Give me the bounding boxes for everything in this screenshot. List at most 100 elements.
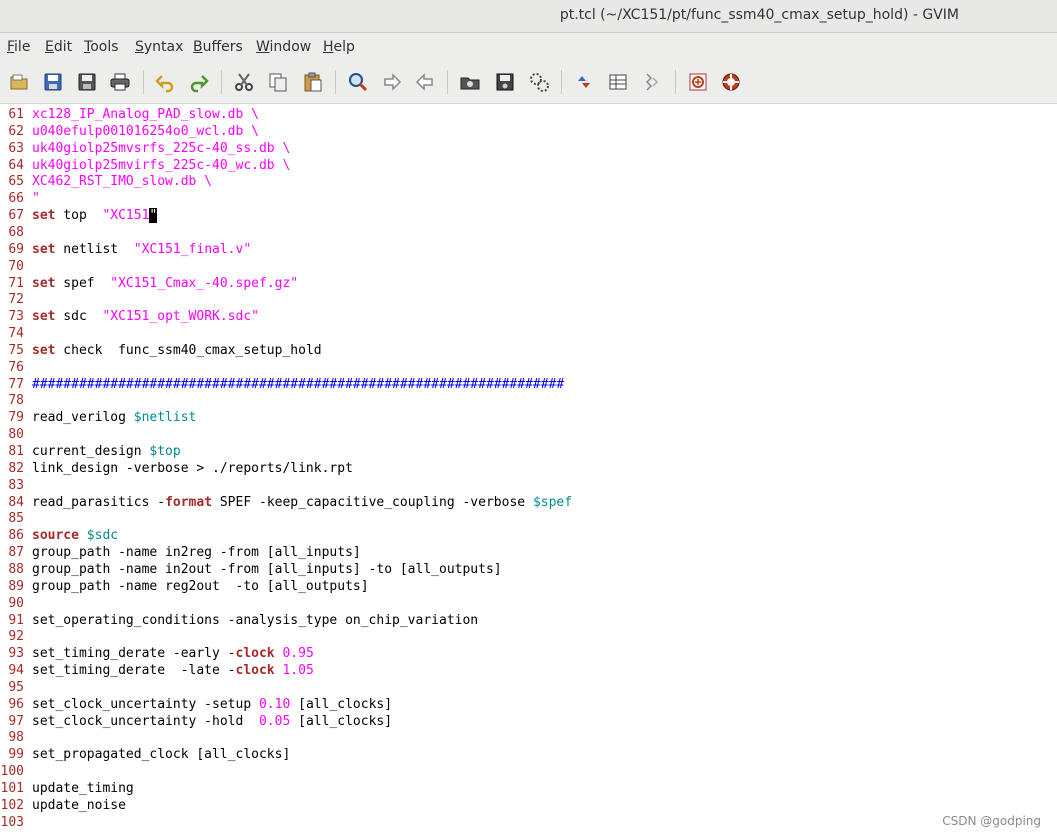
code-line[interactable]: 79 read_verilog $netlist — [0, 409, 196, 426]
menu-syntax[interactable]: Syntax — [135, 39, 183, 55]
redo-icon[interactable] — [188, 71, 210, 93]
menu-buffers[interactable]: Buffers — [193, 39, 243, 55]
toolbar-separator — [143, 70, 144, 94]
undo-icon[interactable] — [154, 71, 176, 93]
menu-file[interactable]: File — [7, 39, 30, 55]
open-file-icon[interactable] — [8, 71, 30, 93]
code-line[interactable]: 93 set_timing_derate -early -clock 0.95 — [0, 645, 313, 662]
code-token: source — [32, 528, 79, 544]
code-line[interactable]: 85 — [0, 510, 32, 527]
code-line[interactable]: 71 set spef "XC151_Cmax_-40.spef.gz" — [0, 275, 298, 292]
code-line[interactable]: 81 current_design $top — [0, 443, 180, 460]
code-token: set_operating_conditions -analysis_type … — [32, 612, 479, 628]
code-line[interactable]: 99 set_propagated_clock [all_clocks] — [0, 746, 290, 763]
code-line[interactable]: 101 update_timing — [0, 780, 134, 797]
code-line[interactable]: 69 set netlist "XC151_final.v" — [0, 241, 251, 258]
find-next-icon[interactable] — [381, 71, 403, 93]
code-line[interactable]: 96 set_clock_uncertainty -setup 0.10 [all… — [0, 696, 392, 713]
code-token: format — [165, 494, 213, 510]
code-line[interactable]: 94 set_timing_derate -late -clock 1.05 — [0, 662, 313, 679]
print-icon[interactable] — [109, 71, 131, 93]
code-line[interactable]: 61 xc128_IP_Analog_PAD_slow.db \ — [0, 106, 259, 123]
code-line[interactable]: 103 — [0, 814, 32, 831]
code-line[interactable]: 90 — [0, 595, 32, 612]
code-token: set_timing_derate -late - — [32, 663, 236, 679]
line-number: 72 — [8, 292, 24, 308]
line-number: 80 — [8, 427, 24, 443]
code-line[interactable]: 64 uk40giolp25mvirfs_225c-40_wc.db \ — [0, 157, 290, 174]
tags-jump-icon[interactable] — [641, 71, 663, 93]
code-line[interactable]: 97 set_clock_uncertainty -hold 0.05 [all_… — [0, 713, 392, 730]
save-session-icon[interactable] — [494, 71, 516, 93]
code-line[interactable]: 84 read_parasitics -format SPEF -keep_cap… — [0, 494, 572, 511]
code-line[interactable]: 83 — [0, 477, 32, 494]
code-token: check func_ssm40_cmax_setup_hold — [55, 342, 322, 358]
code-token: set — [32, 241, 56, 257]
code-line[interactable]: 86 source $sdc — [0, 527, 118, 544]
menu-edit[interactable]: Edit — [45, 39, 72, 55]
code-line[interactable]: 82 link_design -verbose > ./reports/link.… — [0, 460, 353, 477]
paste-icon[interactable] — [302, 71, 324, 93]
code-editor[interactable]: 61 xc128_IP_Analog_PAD_slow.db \ 62 u040efu… — [0, 104, 1057, 836]
line-number: 102 — [0, 797, 24, 813]
line-number: 77 — [8, 376, 24, 392]
cut-icon[interactable] — [233, 71, 255, 93]
code-token: set_clock_uncertainty -setup — [32, 696, 259, 712]
code-line[interactable]: 75 set check func_ssm40_cmax_setup_hold — [0, 342, 322, 359]
code-line[interactable]: 91 set_operating_conditions -analysis_typ… — [0, 612, 478, 629]
code-token: current_design — [32, 444, 150, 459]
code-line[interactable]: 77 ######################################… — [0, 376, 564, 393]
code-token: uk40giolp25mvirfs_225c-40_wc.db \ — [32, 157, 291, 173]
code-line[interactable]: 100 — [0, 763, 32, 780]
code-line[interactable]: 70 — [0, 258, 32, 275]
code-line[interactable]: 68 — [0, 224, 32, 241]
code-token: set — [32, 309, 56, 325]
code-token: link_design -verbose > ./reports/link.rp… — [32, 460, 353, 476]
load-session-icon[interactable] — [459, 71, 481, 93]
code-token: uk40giolp25mvsrfs_225c-40_ss.db \ — [32, 140, 291, 156]
text-cursor: " — [149, 208, 158, 224]
line-number: 78 — [8, 393, 24, 409]
find-previous-icon[interactable] — [414, 71, 436, 93]
code-line[interactable]: 92 — [0, 628, 32, 645]
toolbar-separator — [561, 70, 562, 94]
code-line[interactable]: 63 uk40giolp25mvsrfs_225c-40_ss.db \ — [0, 140, 290, 157]
menu-help[interactable]: Help — [323, 39, 355, 55]
code-line[interactable]: 66 " — [0, 190, 39, 207]
code-line[interactable]: 76 — [0, 359, 32, 376]
menu-tools[interactable]: Tools — [84, 39, 119, 55]
code-token: 0.10 — [258, 696, 291, 712]
code-line[interactable]: 98 — [0, 729, 32, 746]
code-line[interactable]: 102 update_noise — [0, 797, 126, 814]
find-replace-icon[interactable] — [347, 71, 369, 93]
shell-icon[interactable] — [607, 71, 629, 93]
line-number: 73 — [8, 309, 24, 325]
save-all-icon[interactable] — [76, 71, 98, 93]
copy-icon[interactable] — [267, 71, 289, 93]
code-line[interactable]: 74 — [0, 325, 32, 342]
run-script-icon[interactable] — [528, 71, 550, 93]
code-line[interactable]: 65 XC462_RST_IMO_slow.db \ — [0, 173, 212, 190]
code-token: $sdc — [86, 528, 119, 544]
code-line[interactable]: 78 — [0, 392, 32, 409]
code-token: [all_clocks] — [290, 713, 393, 729]
code-line[interactable]: 62 u040efulp001016254o0_wcl.db \ — [0, 123, 259, 140]
find-help-icon[interactable] — [720, 71, 742, 93]
code-token: spef — [55, 275, 111, 291]
code-line[interactable]: 87 group_path -name in2reg -from [all_inp… — [0, 544, 360, 561]
help-icon[interactable] — [687, 71, 709, 93]
code-line[interactable]: 89 group_path -name reg2out -to [all_outp… — [0, 578, 368, 595]
code-line[interactable]: 95 — [0, 679, 32, 696]
code-line[interactable]: 88 group_path -name in2out -from [all_inp… — [0, 561, 501, 578]
menu-window[interactable]: Window — [256, 39, 311, 55]
line-number: 101 — [0, 781, 24, 796]
code-line[interactable]: 67 set top "XC151" — [0, 207, 158, 224]
code-token: set_clock_uncertainty -hold — [32, 713, 259, 729]
code-token: $spef — [532, 494, 573, 510]
code-line[interactable]: 72 — [0, 291, 32, 308]
code-token: set_timing_derate -early - — [32, 646, 236, 662]
code-line[interactable]: 73 set sdc "XC151_opt_WORK.sdc" — [0, 308, 259, 325]
save-icon[interactable] — [42, 71, 64, 93]
make-icon[interactable] — [573, 71, 595, 93]
code-line[interactable]: 80 — [0, 426, 32, 443]
